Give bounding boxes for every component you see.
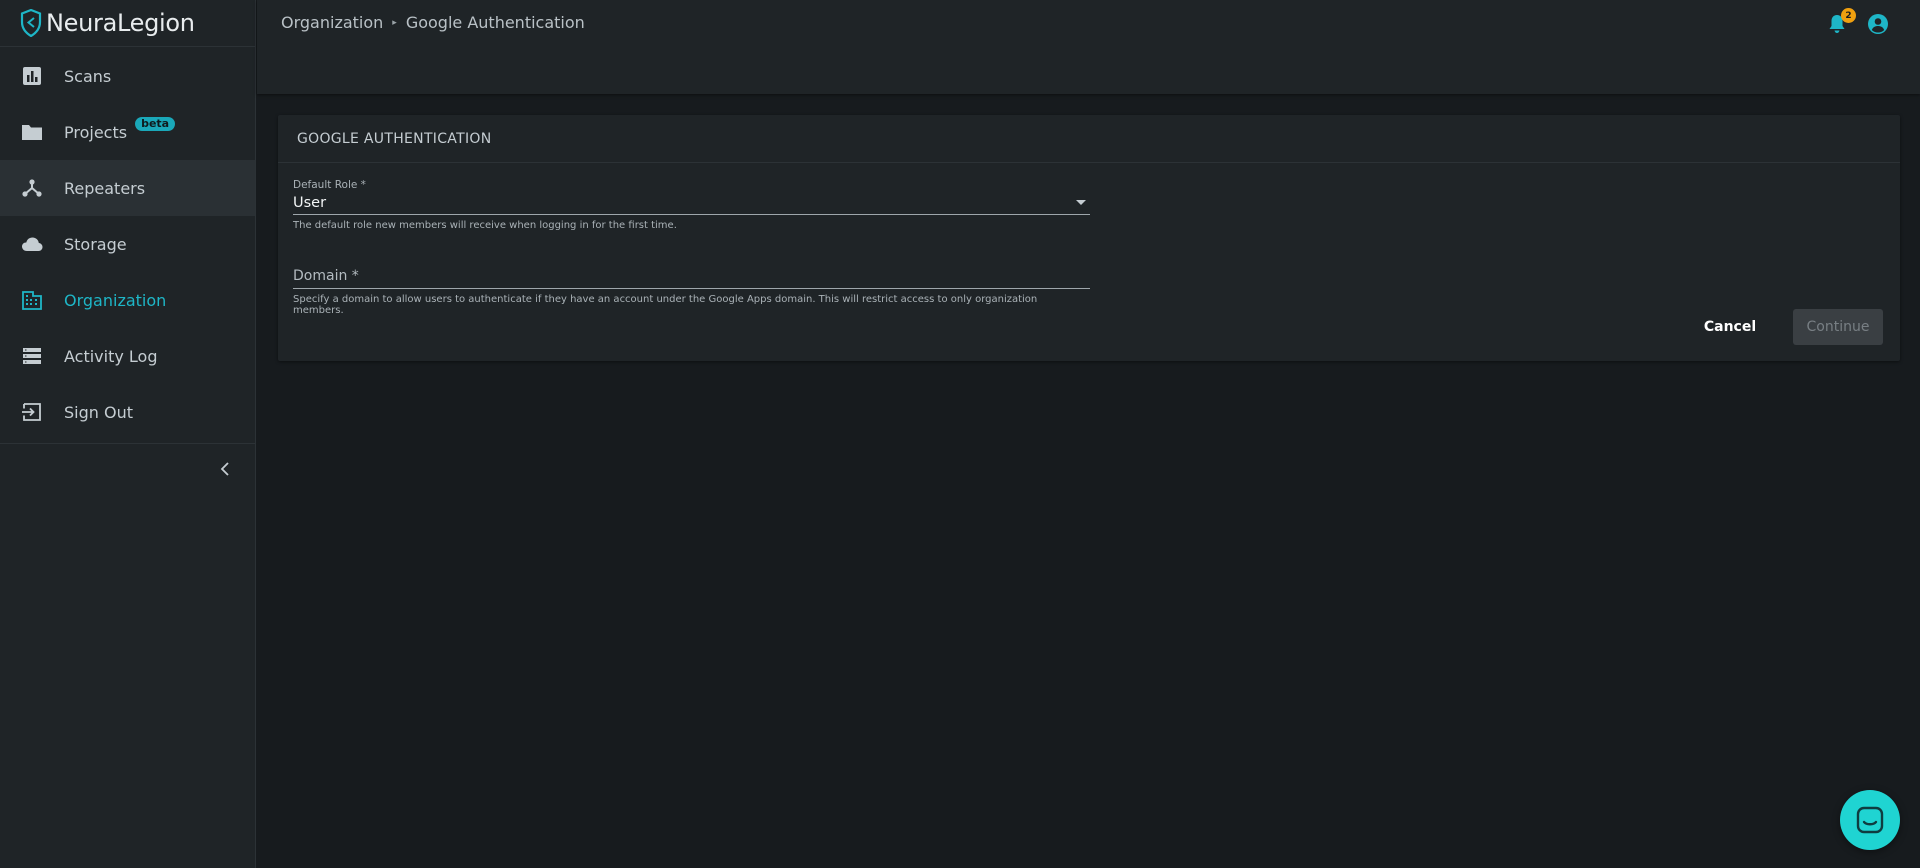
continue-button[interactable]: Continue bbox=[1793, 309, 1883, 345]
cancel-button[interactable]: Cancel bbox=[1689, 309, 1771, 345]
brand-name: NeuraLegion bbox=[46, 9, 195, 37]
sidebar-item-label: Repeaters bbox=[64, 178, 146, 198]
sidebar-item-label: Projects bbox=[64, 122, 128, 142]
notifications-button[interactable]: 2 bbox=[1826, 8, 1856, 35]
breadcrumb: Organization ▸ Google Authentication bbox=[281, 13, 585, 32]
notification-count-badge: 2 bbox=[1841, 8, 1856, 23]
default-role-field: Default Role * User The default role new… bbox=[293, 179, 1090, 231]
sidebar-divider bbox=[0, 443, 255, 444]
default-role-hint: The default role new members will receiv… bbox=[293, 220, 677, 231]
dropdown-arrow-icon bbox=[1076, 200, 1086, 205]
sidebar-item-label: Scans bbox=[64, 66, 112, 86]
card-title: GOOGLE AUTHENTICATION bbox=[278, 115, 1900, 163]
cloud-icon bbox=[21, 233, 43, 255]
beta-badge: beta bbox=[135, 117, 176, 131]
sidebar-item-scans[interactable]: Scans bbox=[0, 48, 255, 104]
chat-launcher-button[interactable] bbox=[1840, 790, 1900, 850]
top-header: Organization ▸ Google Authentication 2 bbox=[257, 0, 1920, 94]
list-icon bbox=[21, 345, 43, 367]
sidebar-item-repeaters[interactable]: Repeaters bbox=[0, 160, 255, 216]
default-role-select[interactable]: User bbox=[293, 191, 1090, 215]
sidebar-item-projects[interactable]: Projects beta bbox=[0, 104, 255, 160]
building-icon bbox=[21, 289, 43, 311]
domain-hint: Specify a domain to allow users to authe… bbox=[293, 294, 1038, 316]
sidebar-item-label: Activity Log bbox=[64, 346, 158, 366]
google-auth-card: GOOGLE AUTHENTICATION Default Role * Use… bbox=[278, 115, 1900, 361]
account-icon[interactable] bbox=[1866, 12, 1890, 36]
default-role-value: User bbox=[293, 194, 327, 211]
chevron-left-icon[interactable] bbox=[214, 458, 236, 480]
domain-input[interactable] bbox=[293, 267, 1090, 284]
sidebar-item-organization[interactable]: Organization bbox=[0, 272, 255, 328]
breadcrumb-current: Google Authentication bbox=[405, 13, 585, 32]
folder-icon bbox=[21, 121, 43, 143]
network-icon bbox=[21, 177, 43, 199]
sign-out-icon bbox=[21, 401, 43, 423]
sidebar-item-sign-out[interactable]: Sign Out bbox=[0, 384, 255, 440]
shield-logo-icon bbox=[20, 9, 42, 37]
domain-input-row bbox=[293, 263, 1090, 289]
sidebar-nav: Scans Projects beta Repeaters Storage Or… bbox=[0, 47, 255, 440]
sidebar-item-storage[interactable]: Storage bbox=[0, 216, 255, 272]
breadcrumb-separator-icon: ▸ bbox=[392, 17, 397, 28]
sidebar: NeuraLegion Scans Projects beta Repeater… bbox=[0, 0, 256, 868]
sidebar-item-label: Sign Out bbox=[64, 402, 133, 422]
breadcrumb-organization[interactable]: Organization bbox=[281, 13, 383, 32]
bar-chart-icon bbox=[21, 65, 43, 87]
sidebar-item-activity-log[interactable]: Activity Log bbox=[0, 328, 255, 384]
brand-logo[interactable]: NeuraLegion bbox=[0, 0, 255, 47]
default-role-label: Default Role * bbox=[293, 179, 366, 191]
header-actions: 2 bbox=[1826, 8, 1890, 36]
sidebar-item-label: Organization bbox=[64, 290, 167, 310]
chat-icon bbox=[1856, 806, 1884, 834]
domain-field: Specify a domain to allow users to authe… bbox=[293, 263, 1090, 316]
sidebar-item-label: Storage bbox=[64, 234, 127, 254]
